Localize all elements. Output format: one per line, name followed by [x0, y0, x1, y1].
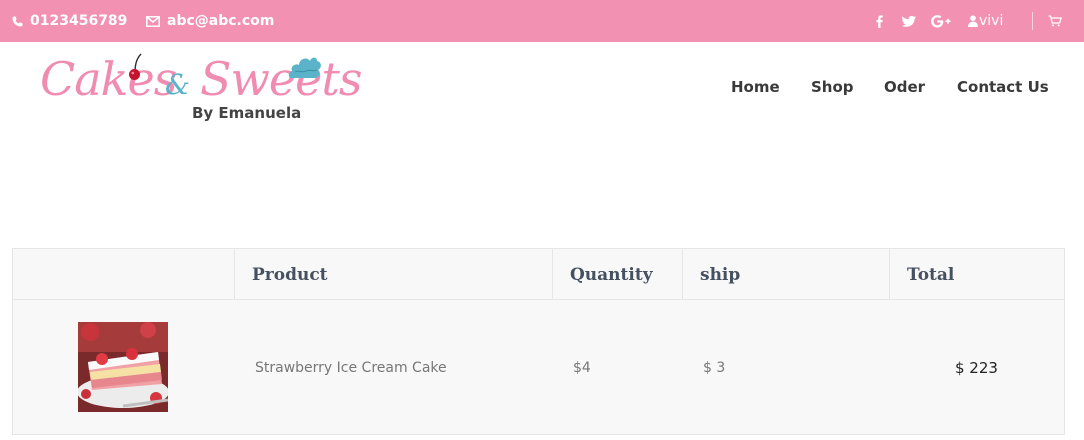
nav-oder[interactable]: Oder — [884, 74, 925, 100]
user-name: vivi — [979, 13, 1004, 29]
twitter-icon[interactable] — [902, 0, 916, 42]
nav-home[interactable]: Home — [731, 74, 780, 100]
column-divider — [889, 249, 890, 300]
table-header-row: Product Quantity ship Total — [13, 249, 1064, 300]
column-divider — [682, 249, 683, 300]
user-account[interactable]: vivi — [968, 0, 1003, 42]
product-image[interactable] — [77, 322, 169, 412]
email-address: abc@abc.com — [167, 13, 275, 29]
top-bar: 0123456789 abc@abc.com vivi — [0, 0, 1084, 42]
topbar-divider — [1032, 12, 1033, 30]
logo-word-sweets: Sweets — [200, 52, 362, 106]
header-ship: ship — [700, 264, 741, 285]
logo-byline: By Emanuela — [192, 104, 302, 122]
logo-ampersand: & — [165, 68, 190, 101]
column-divider — [234, 249, 235, 300]
phone-icon — [12, 15, 23, 27]
header-total: Total — [907, 264, 955, 285]
cherry-icon — [128, 52, 142, 86]
product-ship: $ 3 — [703, 360, 726, 376]
google-plus-icon[interactable] — [931, 0, 951, 42]
phone-contact[interactable]: 0123456789 — [12, 0, 127, 42]
nav-shop[interactable]: Shop — [811, 74, 854, 100]
email-contact[interactable]: abc@abc.com — [146, 0, 274, 42]
envelope-icon — [146, 15, 160, 27]
product-quantity: $4 — [573, 360, 591, 376]
product-name[interactable]: Strawberry Ice Cream Cake — [255, 301, 447, 435]
cart-table: Product Quantity ship Total Strawberry I… — [12, 248, 1065, 435]
nav-contact-us[interactable]: Contact Us — [957, 74, 1049, 100]
facebook-icon[interactable] — [876, 0, 883, 42]
column-divider — [552, 249, 553, 300]
logo-word-cakes: Cakes — [40, 52, 177, 106]
product-total: $ 223 — [955, 359, 998, 377]
frosting-icon — [288, 54, 322, 84]
phone-number: 0123456789 — [30, 13, 128, 29]
cart-icon[interactable] — [1048, 0, 1062, 42]
user-icon — [968, 15, 978, 27]
header-quantity: Quantity — [570, 264, 653, 285]
brand-logo[interactable]: Cakes & Sweets By Emanuela — [40, 50, 362, 126]
header-product: Product — [252, 264, 328, 285]
